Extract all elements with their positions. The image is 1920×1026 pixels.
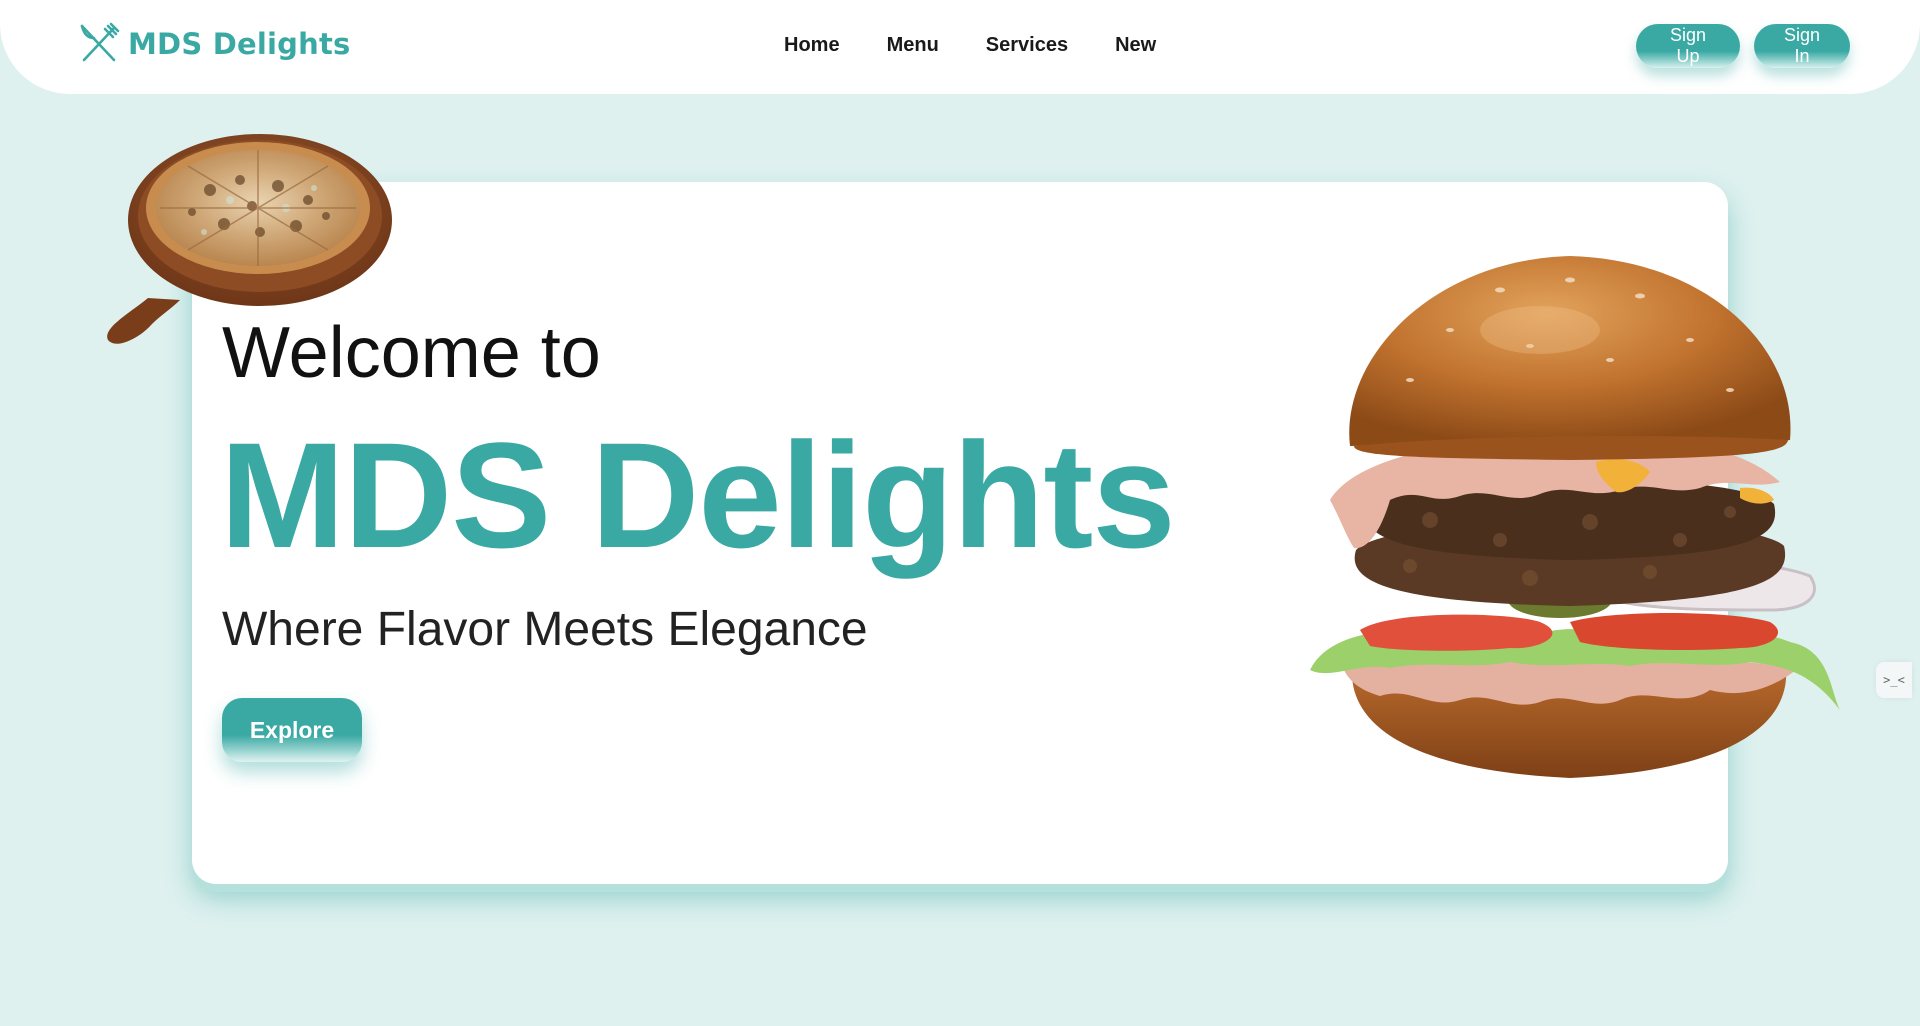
nav-home[interactable]: Home bbox=[784, 34, 840, 57]
brand-logo[interactable]: MDS Delights bbox=[76, 22, 350, 66]
nav-new[interactable]: New bbox=[1115, 34, 1156, 57]
hero-tagline: Where Flavor Meets Elegance bbox=[222, 603, 868, 656]
welcome-heading: Welcome to bbox=[222, 313, 601, 393]
top-navbar: MDS Delights Home Menu Services New Sign… bbox=[0, 0, 1920, 94]
hero-title: MDS Delights bbox=[220, 411, 1176, 579]
sign-up-button[interactable]: Sign Up bbox=[1636, 24, 1740, 68]
fork-knife-icon bbox=[80, 22, 120, 62]
side-toggle-tab[interactable]: >_< bbox=[1876, 662, 1912, 698]
page: MDS Delights Home Menu Services New Sign… bbox=[0, 0, 1920, 1026]
nav-menu[interactable]: Menu bbox=[887, 34, 939, 57]
auth-buttons: Sign Up Sign In bbox=[1636, 24, 1850, 68]
main-nav: Home Menu Services New bbox=[784, 34, 1203, 57]
brand-name: MDS Delights bbox=[128, 27, 351, 61]
burger-image bbox=[1310, 256, 1840, 778]
explore-button[interactable]: Explore bbox=[222, 698, 362, 762]
nav-services[interactable]: Services bbox=[986, 34, 1068, 57]
sign-in-button[interactable]: Sign In bbox=[1754, 24, 1850, 68]
